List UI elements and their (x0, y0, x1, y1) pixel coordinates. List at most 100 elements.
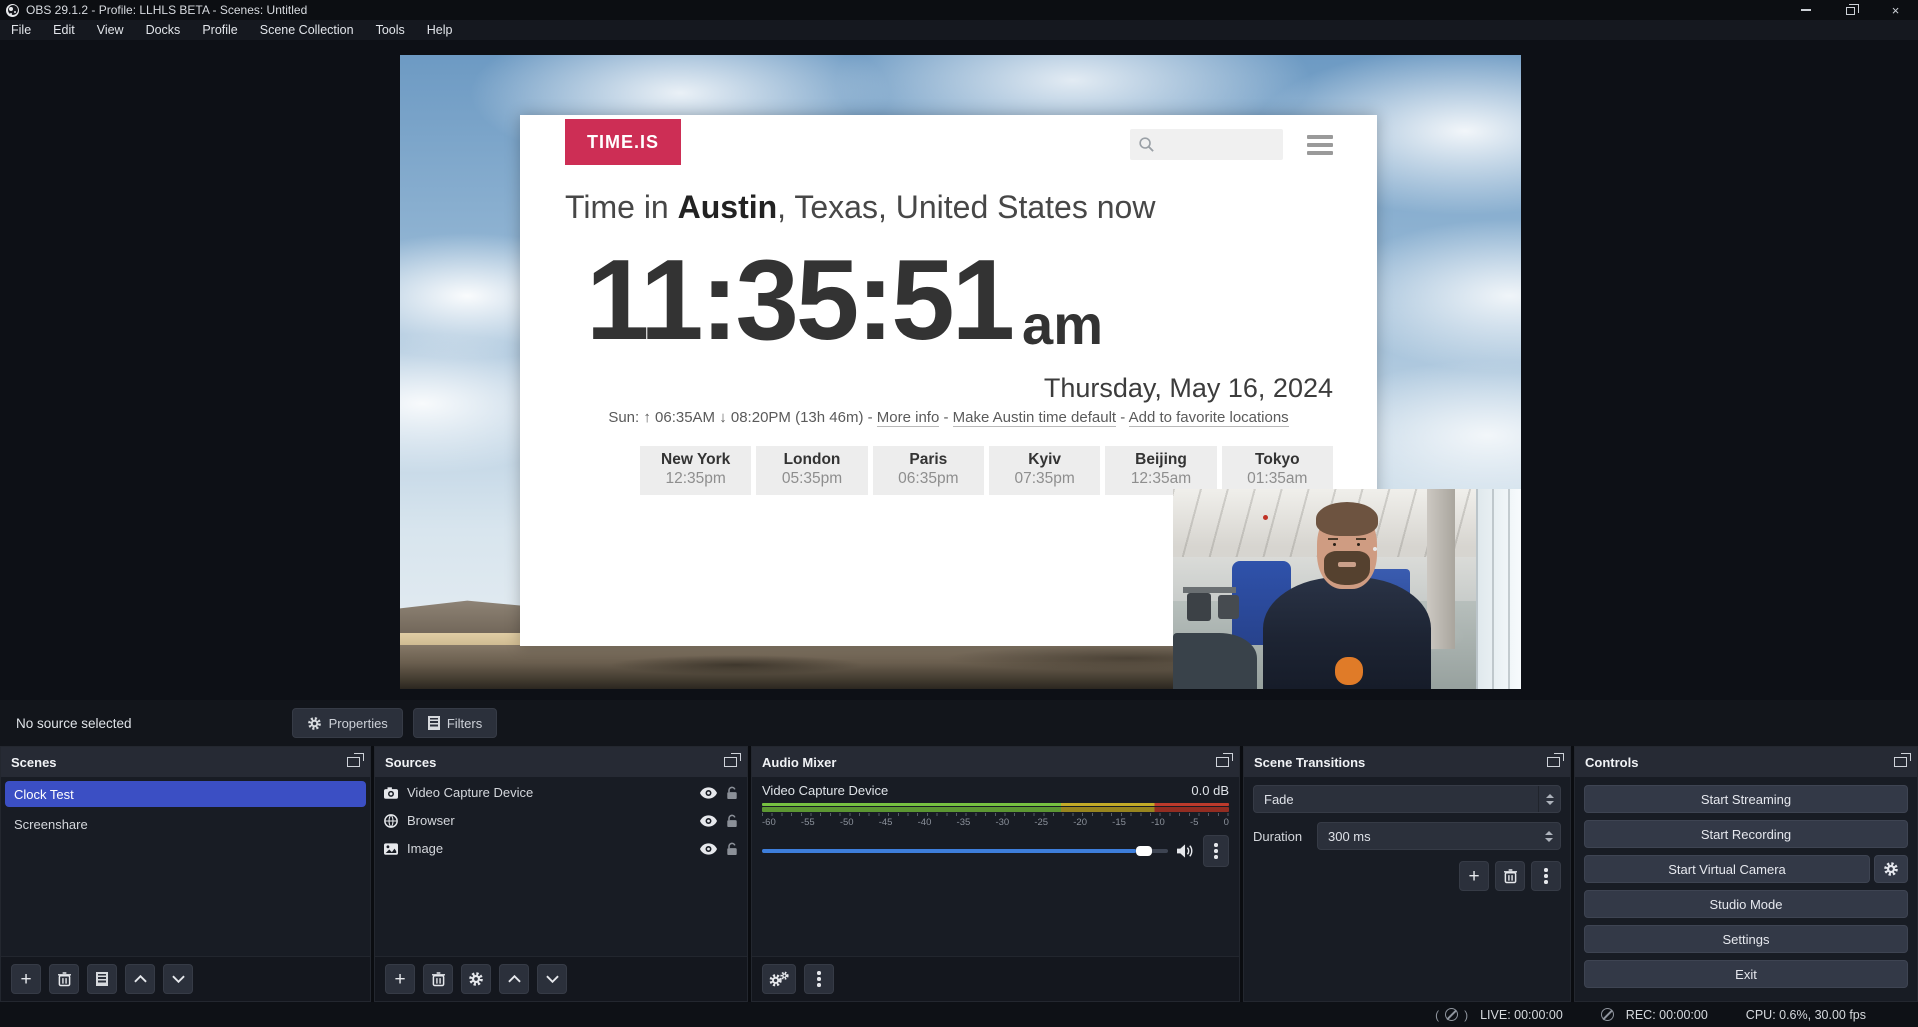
camera-icon (384, 787, 398, 799)
scene-transitions-panel: Scene Transitions Fade Duration 300 ms + (1243, 746, 1571, 1002)
controls-panel: Controls Start Streaming Start Recording… (1574, 746, 1918, 1002)
selected-source-toolbar: No source selected Properties Filters (0, 700, 1918, 746)
filters-button[interactable]: Filters (413, 708, 497, 738)
menu-file[interactable]: File (0, 20, 42, 40)
source-item-video-capture[interactable]: Video Capture Device (375, 780, 747, 805)
menu-edit[interactable]: Edit (42, 20, 86, 40)
city-box: Paris06:35pm (873, 446, 984, 495)
transition-menu-button[interactable] (1531, 861, 1561, 891)
popout-icon[interactable] (1894, 757, 1907, 767)
move-source-down-button[interactable] (537, 964, 567, 994)
timeis-search-box (1130, 129, 1283, 160)
close-button[interactable]: × (1873, 0, 1918, 20)
duration-label: Duration (1253, 829, 1317, 844)
popout-icon[interactable] (724, 757, 737, 767)
menu-view[interactable]: View (86, 20, 135, 40)
mixer-menu-button[interactable] (804, 964, 834, 994)
restore-icon (1846, 7, 1855, 15)
dots-icon (817, 977, 821, 981)
timeis-logo: TIME.IS (565, 119, 681, 165)
virtual-camera-config-button[interactable] (1874, 855, 1908, 883)
live-status: LIVE: 00:00:00 (1480, 1008, 1563, 1022)
rec-status: REC: 00:00:00 (1626, 1008, 1708, 1022)
city-box: New York12:35pm (640, 446, 751, 495)
volume-meter (762, 803, 1229, 806)
source-properties-button[interactable] (461, 964, 491, 994)
menu-scene-collection[interactable]: Scene Collection (249, 20, 365, 40)
menubar: File Edit View Docks Profile Scene Colle… (0, 20, 1918, 40)
menu-help[interactable]: Help (416, 20, 464, 40)
popout-icon[interactable] (1216, 757, 1229, 767)
chevron-down-icon (172, 975, 185, 983)
menu-tools[interactable]: Tools (365, 20, 416, 40)
globe-icon (384, 814, 398, 828)
titlebar: OBS 29.1.2 - Profile: LLHLS BETA - Scene… (0, 0, 1918, 20)
add-source-button[interactable]: + (385, 964, 415, 994)
filter-icon (428, 716, 440, 730)
source-item-browser[interactable]: Browser (375, 808, 747, 833)
make-default-link: Make Austin time default (953, 409, 1116, 427)
add-transition-button[interactable]: + (1459, 861, 1489, 891)
timeis-date: Thursday, May 16, 2024 (1044, 373, 1333, 404)
program-canvas[interactable]: TIME.IS Time in Austin, Texas, United St… (400, 55, 1521, 689)
duration-spinner[interactable] (1538, 823, 1560, 849)
scene-filters-button[interactable] (87, 964, 117, 994)
record-icon (1601, 1008, 1614, 1021)
add-scene-button[interactable]: + (11, 964, 41, 994)
remove-scene-button[interactable] (49, 964, 79, 994)
popout-icon[interactable] (347, 757, 360, 767)
sources-title: Sources (385, 755, 436, 770)
move-scene-up-button[interactable] (125, 964, 155, 994)
scene-item-screenshare[interactable]: Screenshare (5, 811, 366, 837)
exit-button[interactable]: Exit (1584, 960, 1908, 988)
source-item-image[interactable]: Image (375, 836, 747, 861)
city-box: Tokyo01:35am (1222, 446, 1333, 495)
plus-icon: + (1468, 867, 1479, 886)
start-recording-button[interactable]: Start Recording (1584, 820, 1908, 848)
audio-mixer-title: Audio Mixer (762, 755, 836, 770)
more-info-link: More info (877, 409, 940, 427)
minimize-button[interactable] (1783, 0, 1828, 20)
gear-icon (307, 716, 322, 731)
city-box: Beijing12:35am (1105, 446, 1216, 495)
unlock-icon[interactable] (726, 814, 738, 828)
speaker-icon[interactable] (1177, 844, 1194, 858)
transition-select-arrows[interactable] (1538, 786, 1560, 812)
menu-profile[interactable]: Profile (191, 20, 248, 40)
unlock-icon[interactable] (726, 786, 738, 800)
trash-icon (58, 972, 71, 987)
settings-button[interactable]: Settings (1584, 925, 1908, 953)
popout-icon[interactable] (1547, 757, 1560, 767)
volume-slider[interactable] (762, 849, 1168, 853)
mixer-channel-menu-button[interactable] (1203, 835, 1229, 867)
timeis-sun-line: Sun: ↑ 06:35AM ↓ 08:20PM (13h 46m) - Mor… (560, 409, 1337, 426)
duration-input[interactable]: 300 ms (1317, 822, 1561, 850)
eye-icon[interactable] (700, 815, 717, 827)
volume-slider-handle[interactable] (1136, 846, 1152, 856)
image-icon (384, 843, 398, 855)
plus-icon: + (394, 970, 405, 989)
properties-button[interactable]: Properties (292, 708, 403, 738)
eye-icon[interactable] (700, 787, 717, 799)
eye-icon[interactable] (700, 843, 717, 855)
timeis-city-row: New York12:35pm London05:35pm Paris06:35… (640, 446, 1333, 495)
mixer-channel-name: Video Capture Device (762, 783, 888, 798)
meter-tick-labels: -60-55-50-45-40-35-30-25-20-15-10-50 (762, 817, 1229, 828)
unlock-icon[interactable] (726, 842, 738, 856)
remove-transition-button[interactable] (1495, 861, 1525, 891)
start-virtual-camera-button[interactable]: Start Virtual Camera (1584, 855, 1870, 883)
scenes-title: Scenes (11, 755, 57, 770)
scene-item-clock-test[interactable]: Clock Test (5, 781, 366, 807)
transitions-title: Scene Transitions (1254, 755, 1365, 770)
obs-logo-icon (6, 4, 19, 17)
start-streaming-button[interactable]: Start Streaming (1584, 785, 1908, 813)
transition-select[interactable]: Fade (1253, 785, 1561, 813)
filter-icon (96, 972, 108, 986)
remove-source-button[interactable] (423, 964, 453, 994)
menu-docks[interactable]: Docks (135, 20, 192, 40)
studio-mode-button[interactable]: Studio Mode (1584, 890, 1908, 918)
restore-button[interactable] (1828, 0, 1873, 20)
move-scene-down-button[interactable] (163, 964, 193, 994)
advanced-audio-button[interactable] (762, 964, 796, 994)
move-source-up-button[interactable] (499, 964, 529, 994)
